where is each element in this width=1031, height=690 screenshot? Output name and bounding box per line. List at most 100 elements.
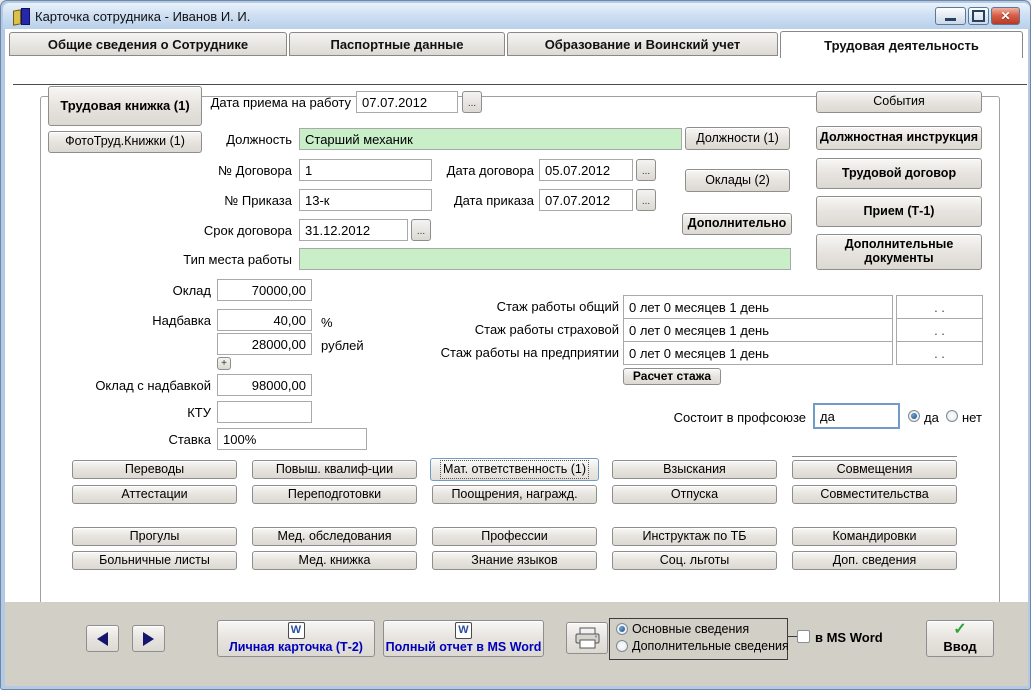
app-window: Карточка сотрудника - Иванов И. И. ✕ Общ… — [0, 0, 1031, 690]
labor-contract-button[interactable]: Трудовой договор — [816, 158, 982, 189]
exp-company-date-field[interactable]: . . — [896, 341, 983, 365]
exp-company-field[interactable]: 0 лет 0 месяцев 1 день — [623, 341, 893, 365]
position-field[interactable]: Старший механик — [299, 128, 682, 150]
positions-button[interactable]: Должности (1) — [685, 127, 790, 150]
enter-button[interactable]: ✓ Ввод — [926, 620, 994, 657]
union-yes-label: да — [924, 410, 939, 425]
connector-line — [788, 636, 797, 637]
next-record-button[interactable] — [132, 625, 165, 652]
rub-suffix: рублей — [321, 338, 364, 353]
button-perepodgotovki[interactable]: Переподготовки — [252, 485, 417, 504]
button-med-obsledovaniya[interactable]: Мед. обследования — [252, 527, 417, 546]
button-attestacii[interactable]: Аттестации — [72, 485, 237, 504]
tab-employment[interactable]: Трудовая деятельность — [780, 31, 1023, 58]
salary-label: Оклад — [172, 283, 211, 298]
arrow-left-icon — [97, 631, 108, 646]
footer-bar: W Личная карточка (Т-2) W Полный отчет в… — [5, 602, 1028, 686]
ms-word-icon: W — [287, 622, 305, 640]
button-povysh-kvalif[interactable]: Повыш. квалиф-ции — [252, 460, 417, 479]
additional-docs-button[interactable]: Дополнительные документы — [816, 234, 982, 270]
tab-education[interactable]: Образование и Воинский учет — [507, 32, 778, 56]
prev-record-button[interactable] — [86, 625, 119, 652]
additional-button[interactable]: Дополнительно — [682, 213, 792, 235]
contract-date-label: Дата договора — [446, 163, 534, 178]
button-pooshchreniya[interactable]: Поощрения, награжд. — [432, 485, 597, 504]
contract-no-field[interactable]: 1 — [299, 159, 432, 181]
button-sovmestitelstva[interactable]: Совместительства — [792, 485, 957, 504]
main-info-radio[interactable] — [616, 623, 628, 635]
salaries-button[interactable]: Оклады (2) — [685, 169, 790, 192]
arrow-right-icon — [143, 631, 154, 646]
contract-no-label: № Договора — [218, 163, 292, 178]
term-date-picker-button[interactable]: ... — [411, 219, 431, 241]
button-proguly[interactable]: Прогулы — [72, 527, 237, 546]
books-icon — [12, 7, 32, 26]
button-sovmeshcheniya[interactable]: Совмещения — [792, 460, 957, 479]
union-field[interactable]: да — [813, 403, 900, 429]
close-button[interactable]: ✕ — [991, 7, 1020, 25]
union-no-radio[interactable] — [946, 410, 958, 422]
button-komandirovki[interactable]: Командировки — [792, 527, 957, 546]
salary-total-label: Оклад с надбавкой — [95, 378, 211, 393]
additional-info-radio[interactable] — [616, 640, 628, 652]
window-title: Карточка сотрудника - Иванов И. И. — [35, 9, 251, 24]
button-znanie-yazykov[interactable]: Знание языков — [432, 551, 597, 570]
maximize-button[interactable] — [968, 7, 989, 25]
button-med-knizhka[interactable]: Мед. книжка — [252, 551, 417, 570]
additional-info-label: Дополнительные сведения — [632, 639, 789, 653]
tab-divider — [13, 84, 1027, 85]
maximize-icon — [972, 10, 985, 22]
ms-word-checkbox[interactable] — [797, 630, 810, 643]
close-icon: ✕ — [1000, 9, 1011, 23]
salary-field[interactable]: 70000,00 — [217, 279, 312, 301]
button-instruktazh-tb[interactable]: Инструктаж по ТБ — [612, 527, 777, 546]
rate-label: Ставка — [168, 432, 211, 447]
bonus-rub-field[interactable]: 28000,00 — [217, 333, 312, 355]
button-soc-lgoty[interactable]: Соц. льготы — [612, 551, 777, 570]
bonus-plus-button[interactable]: + — [217, 357, 231, 370]
tab-page: Общие сведения о Сотруднике Паспортные д… — [5, 29, 1028, 618]
workplace-field[interactable] — [299, 248, 791, 270]
percent-suffix: % — [321, 315, 333, 330]
tab-general[interactable]: Общие сведения о Сотруднике — [9, 32, 287, 56]
order-date-picker-button[interactable]: ... — [636, 189, 656, 211]
exp-total-label: Стаж работы общий — [496, 299, 619, 314]
job-description-button[interactable]: Должностная инструкция — [816, 126, 982, 150]
print-button[interactable] — [566, 622, 608, 654]
hiring-t1-button[interactable]: Прием (Т-1) — [816, 196, 982, 227]
button-perevody[interactable]: Переводы — [72, 460, 237, 479]
tab-passport[interactable]: Паспортные данные — [289, 32, 505, 56]
exp-total-field[interactable]: 0 лет 0 месяцев 1 день — [623, 295, 893, 319]
order-no-field[interactable]: 13-к — [299, 189, 432, 211]
bonus-percent-field[interactable]: 40,00 — [217, 309, 312, 331]
workplace-label: Тип места работы — [183, 252, 292, 267]
events-button[interactable]: События — [816, 91, 982, 113]
personal-card-t2-button[interactable]: W Личная карточка (Т-2) — [217, 620, 375, 657]
union-yes-radio[interactable] — [908, 410, 920, 422]
salary-total-field[interactable]: 98000,00 — [217, 374, 312, 396]
full-report-word-button[interactable]: W Полный отчет в MS Word — [383, 620, 544, 657]
exp-total-date-field[interactable]: . . — [896, 295, 983, 319]
term-field[interactable]: 31.12.2012 — [299, 219, 408, 241]
sovmeshcheniya-divider — [792, 456, 957, 457]
ktu-field[interactable] — [217, 401, 312, 423]
main-info-label: Основные сведения — [632, 622, 750, 636]
button-mat-otvetstvennost[interactable]: Мат. ответственность (1) — [430, 458, 599, 481]
button-otpuska[interactable]: Отпуска — [612, 485, 777, 504]
minimize-button[interactable] — [935, 7, 966, 25]
order-date-label: Дата приказа — [453, 193, 534, 208]
checkmark-icon: ✓ — [953, 621, 967, 639]
exp-insured-date-field[interactable]: . . — [896, 318, 983, 342]
button-professii[interactable]: Профессии — [432, 527, 597, 546]
button-dop-svedeniya[interactable]: Доп. сведения — [792, 551, 957, 570]
calc-experience-button[interactable]: Расчет стажа — [623, 368, 721, 385]
order-date-field[interactable]: 07.07.2012 — [539, 189, 633, 211]
exp-insured-field[interactable]: 0 лет 0 месяцев 1 день — [623, 318, 893, 342]
button-bolnichnye-listy[interactable]: Больничные листы — [72, 551, 237, 570]
contract-date-picker-button[interactable]: ... — [636, 159, 656, 181]
hire-date-field[interactable]: 07.07.2012 — [356, 91, 458, 113]
hire-date-picker-button[interactable]: ... — [462, 91, 482, 113]
button-vzyskaniya[interactable]: Взыскания — [612, 460, 777, 479]
contract-date-field[interactable]: 05.07.2012 — [539, 159, 633, 181]
rate-field[interactable]: 100% — [217, 428, 367, 450]
